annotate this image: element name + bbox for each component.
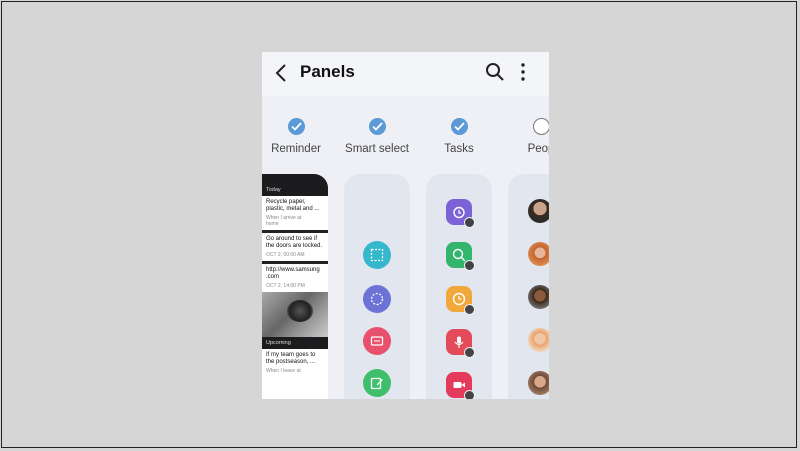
chevron-left-icon[interactable] [270, 61, 294, 85]
page-title: Panels [300, 62, 355, 81]
video-task-icon [446, 372, 475, 399]
rectangle-select-icon [363, 241, 391, 269]
panel-option-people[interactable]: Peop [496, 118, 549, 155]
smart-select-panel-preview[interactable] [344, 174, 410, 399]
voice-recorder-icon [446, 329, 475, 358]
badge-icon [464, 304, 475, 315]
panel-label: Reminder [271, 143, 321, 155]
coin-image [287, 300, 313, 322]
app-bar: Panels [262, 52, 549, 96]
list-item: Go around to see if the doors are locked… [262, 233, 328, 264]
contact-avatar [528, 199, 549, 223]
search-icon[interactable] [485, 62, 505, 82]
oval-select-icon [363, 285, 391, 313]
tasks-panel-preview[interactable] [426, 174, 492, 399]
section-header-today: Today [262, 174, 328, 196]
clock-task-icon [446, 286, 475, 315]
list-item: http://www.samsung .com OCT 2, 14:00 PM [266, 267, 320, 289]
panel-option-smart-select[interactable]: Smart select [332, 118, 422, 155]
contact-avatar [528, 371, 549, 395]
panel-label: Peop [527, 143, 549, 155]
panel-option-tasks[interactable]: Tasks [414, 118, 504, 155]
unchecked-icon[interactable] [532, 118, 549, 135]
checked-icon[interactable] [287, 118, 305, 135]
alarm-icon [446, 199, 475, 228]
badge-icon [464, 390, 475, 399]
panel-option-reminder[interactable]: Reminder [262, 118, 341, 155]
panel-label: Tasks [444, 143, 474, 155]
panel-label: Smart select [345, 143, 409, 155]
contact-avatar [528, 328, 549, 352]
pin-to-screen-icon [363, 369, 391, 397]
reminder-panel-preview[interactable]: Today Recycle paper, plastic, metal and … [262, 174, 328, 399]
contact-avatar [528, 285, 549, 309]
section-header-upcoming: Upcoming [262, 337, 328, 349]
more-vert-icon[interactable] [518, 62, 528, 82]
list-item: Recycle paper, plastic, metal and ... Wh… [262, 196, 328, 233]
checked-icon[interactable] [368, 118, 386, 135]
checked-icon[interactable] [450, 118, 468, 135]
badge-icon [464, 347, 475, 358]
contact-avatar [528, 242, 549, 266]
badge-icon [464, 217, 475, 228]
list-item: If my team goes to the postseason, ... W… [266, 352, 316, 374]
reminder-image [262, 292, 328, 337]
search-task-icon [446, 242, 475, 271]
animation-gif-icon [363, 327, 391, 355]
panels-screen: Panels Reminder Smart select Tasks Peop … [262, 52, 549, 399]
badge-icon [464, 260, 475, 271]
